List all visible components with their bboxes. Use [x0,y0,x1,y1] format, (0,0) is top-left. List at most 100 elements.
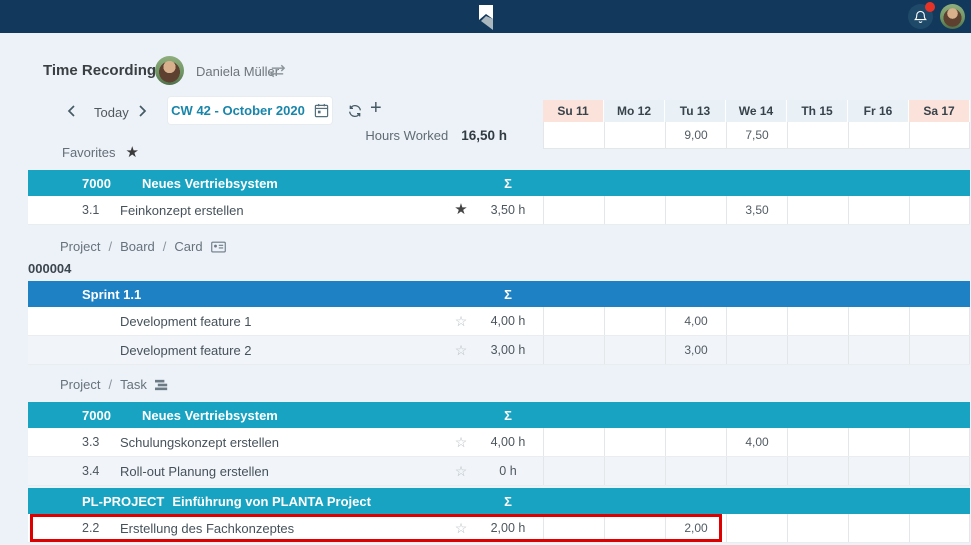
task-row[interactable]: 3.1 Feinkonzept erstellen ★ 3,50 h 3,50 [28,196,970,225]
time-cell[interactable] [848,196,909,224]
switch-user-icon[interactable] [268,64,287,78]
time-cell[interactable]: 3,50 [726,196,787,224]
time-cell[interactable] [543,307,604,335]
time-cell[interactable] [604,457,665,485]
task-name: Schulungskonzept erstellen [120,435,449,450]
time-cell[interactable] [787,196,848,224]
day-header: Tu 13 [665,100,726,122]
time-cell[interactable] [726,336,787,364]
next-week-button[interactable] [138,104,148,118]
user-avatar[interactable] [155,56,184,85]
sum-column-header: Σ [473,408,543,423]
summary-day-cell: 7,50 [726,122,787,149]
day-header: Mo 12 [604,100,665,122]
project-group-header: 7000 Neues Vertriebsystem Σ [28,170,970,196]
week-selector[interactable]: CW 42 - October 2020 [168,97,332,124]
time-cell[interactable] [909,196,970,224]
breadcrumb-project[interactable]: Project [60,239,100,254]
time-cell[interactable] [543,514,604,542]
day-header: Fr 16 [848,100,909,122]
time-cell[interactable] [665,428,726,456]
breadcrumb-card[interactable]: Card [174,239,202,254]
sprint-group-header: Sprint 1.1 Σ [28,281,970,307]
summary-day-cell [848,122,909,149]
task-row[interactable]: Development feature 1 ☆ 4,00 h 4,00 [28,307,970,336]
time-cell[interactable] [909,457,970,485]
time-cell[interactable] [665,457,726,485]
summary-day-cell: 9,00 [665,122,726,149]
time-cell[interactable]: 3,00 [665,336,726,364]
notifications-button[interactable] [908,4,933,29]
time-cell[interactable] [543,196,604,224]
project-id: 7000 [82,408,142,423]
task-name: Erstellung des Fachkonzeptes [120,521,449,536]
task-row[interactable]: 3.4 Roll-out Planung erstellen ☆ 0 h [28,457,970,486]
previous-week-button[interactable] [66,104,76,118]
time-cell[interactable] [604,428,665,456]
add-entry-button[interactable]: + [370,98,382,118]
summary-day-cell [604,122,665,149]
breadcrumb-board[interactable]: Board [120,239,155,254]
favorites-star-icon: ★ [125,146,138,160]
time-cell[interactable] [909,307,970,335]
time-cell[interactable]: 2,00 [665,514,726,542]
user-name: Daniela Müller [196,64,279,79]
time-cell[interactable] [726,457,787,485]
task-row[interactable]: 3.3 Schulungskonzept erstellen ☆ 4,00 h … [28,428,970,457]
favorite-star-icon[interactable]: ☆ [449,314,473,328]
time-cell[interactable] [787,514,848,542]
time-cell[interactable] [848,336,909,364]
day-header: Th 15 [787,100,848,122]
time-cell[interactable] [726,307,787,335]
project-name: Neues Vertriebsystem [142,408,473,423]
summary-day-cell [543,122,604,149]
time-cell[interactable] [909,336,970,364]
favorite-star-icon[interactable]: ☆ [449,464,473,478]
task-row-highlighted[interactable]: 2.2 Erstellung des Fachkonzeptes ☆ 2,00 … [28,514,970,543]
time-cell[interactable] [604,307,665,335]
breadcrumb-project[interactable]: Project [60,377,100,392]
time-cell[interactable] [909,514,970,542]
project-name: Einführung von PLANTA Project [172,494,473,509]
refresh-icon[interactable] [347,103,363,119]
time-cell[interactable] [909,428,970,456]
task-row[interactable]: Development feature 2 ☆ 3,00 h 3,00 [28,336,970,365]
time-cell[interactable] [543,428,604,456]
sum-column-header: Σ [473,287,543,302]
time-cell[interactable] [543,457,604,485]
breadcrumb-task[interactable]: Task [120,377,147,392]
time-cell[interactable] [604,514,665,542]
time-cell[interactable] [543,336,604,364]
time-cell[interactable] [787,336,848,364]
time-cell[interactable]: 4,00 [665,307,726,335]
today-button[interactable]: Today [94,105,129,120]
card-icon [211,241,226,253]
task-number: 3.3 [82,435,120,449]
favorites-label: Favorites [62,145,115,160]
time-cell[interactable] [787,428,848,456]
time-cell[interactable] [787,307,848,335]
favorite-star-icon[interactable]: ☆ [449,435,473,449]
favorites-table: 7000 Neues Vertriebsystem Σ 3.1 Feinkonz… [28,170,970,225]
breadcrumb: Project / Task [60,377,170,392]
task-total-hours: 3,50 h [473,203,543,217]
time-cell[interactable]: 4,00 [726,428,787,456]
topbar-user-avatar[interactable] [940,4,965,29]
time-cell[interactable] [848,514,909,542]
time-cell[interactable] [604,336,665,364]
sum-column-header: Σ [473,176,543,191]
time-cell[interactable] [787,457,848,485]
favorite-star-icon[interactable]: ★ [449,203,473,217]
hours-worked-total: 16,50 h [461,128,507,143]
task-list-icon [155,379,170,391]
time-cell[interactable] [848,457,909,485]
time-cell[interactable] [726,514,787,542]
task-name: Feinkonzept erstellen [120,203,449,218]
task-total-hours: 0 h [473,464,543,478]
time-cell[interactable] [604,196,665,224]
favorite-star-icon[interactable]: ☆ [449,521,473,535]
favorite-star-icon[interactable]: ☆ [449,343,473,357]
time-cell[interactable] [665,196,726,224]
time-cell[interactable] [848,428,909,456]
time-cell[interactable] [848,307,909,335]
